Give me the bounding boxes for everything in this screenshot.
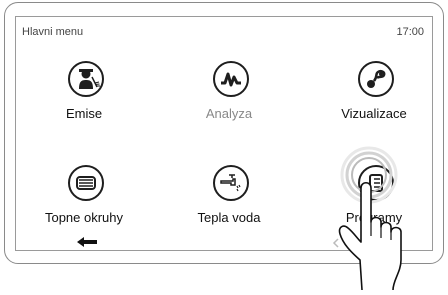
page-title: Hlavni menu [22,26,84,38]
back-arrow-icon[interactable] [75,235,99,249]
menu-item-emise[interactable]: Emise [26,61,146,151]
heating-circuits-icon [68,165,104,201]
menu-item-analyza[interactable]: Analyza [171,61,291,151]
menu-item-label: Topne okruhy [44,210,124,225]
chimney-sweep-icon [68,61,104,97]
menu-item-label: Tepla voda [197,210,261,225]
menu-item-label: Vizualizace [341,106,407,121]
menu-item-label: Emise [65,106,103,121]
hot-water-tap-icon [213,165,249,201]
analysis-graph-icon [213,61,249,97]
visualization-icon [358,61,394,97]
menu-item-tepla-voda[interactable]: Tepla voda [171,165,291,250]
menu-item-label: Analyza [205,106,253,121]
clock: 17:00 [396,26,424,38]
status-bar: Hlavni menu 17:00 [16,17,432,47]
pointing-hand-icon [338,181,402,291]
menu-item-vizualizace[interactable]: Vizualizace [316,61,432,151]
